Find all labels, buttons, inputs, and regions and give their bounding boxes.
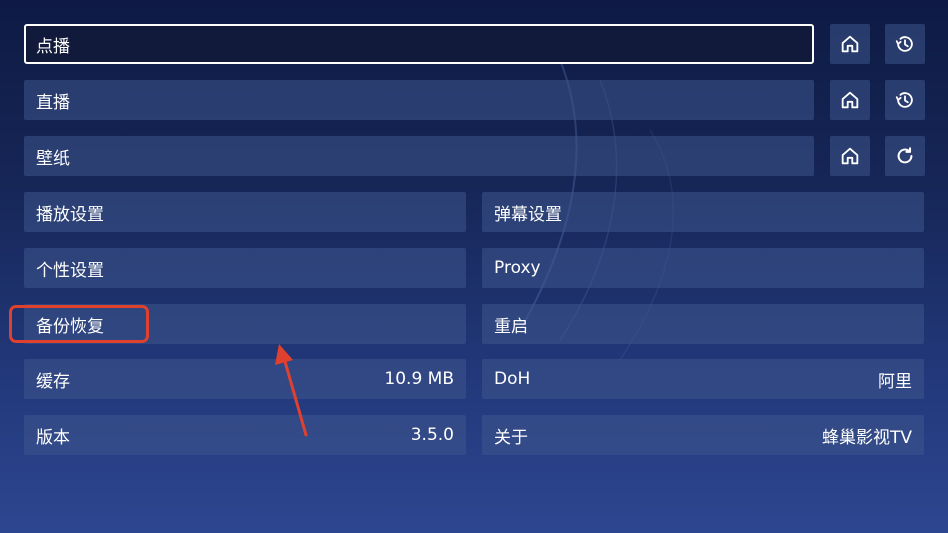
danmaku-settings-item[interactable]: 弹幕设置 [482,192,924,232]
about-value: 蜂巢影视TV [821,427,912,448]
personal-settings-label: 个性设置 [36,260,104,281]
history-icon [895,92,913,108]
history-icon [895,36,913,52]
wallpaper-item[interactable]: 壁纸 [24,136,814,176]
doh-value: 阿里 [878,371,912,392]
live-item[interactable]: 直播 [24,80,814,120]
home-icon [841,91,859,109]
proxy-item[interactable]: Proxy [482,248,924,288]
vod-home-button[interactable] [830,24,870,64]
doh-label: DoH [494,369,531,389]
playback-settings-label: 播放设置 [36,204,104,225]
personal-settings-item[interactable]: 个性设置 [24,248,466,288]
cache-value: 10.9 MB [384,369,454,389]
live-home-button[interactable] [830,80,870,120]
wallpaper-label: 壁纸 [36,148,70,169]
about-label: 关于 [494,427,528,448]
home-icon [841,35,859,53]
proxy-label: Proxy [494,258,541,278]
version-item[interactable]: 版本 3.5.0 [24,415,466,455]
restart-item[interactable]: 重启 [482,304,924,344]
cache-item[interactable]: 缓存 10.9 MB [24,359,466,399]
vod-history-button[interactable] [885,24,925,64]
cache-label: 缓存 [36,371,70,392]
version-value: 3.5.0 [410,425,454,445]
wallpaper-home-button[interactable] [830,136,870,176]
restart-label: 重启 [494,316,528,337]
playback-settings-item[interactable]: 播放设置 [24,192,466,232]
danmaku-settings-label: 弹幕设置 [494,204,562,225]
live-label: 直播 [36,92,70,113]
live-history-button[interactable] [885,80,925,120]
vod-label: 点播 [36,36,70,57]
doh-item[interactable]: DoH 阿里 [482,359,924,399]
version-label: 版本 [36,427,70,448]
backup-restore-label: 备份恢复 [36,316,104,337]
vod-item[interactable]: 点播 [24,24,814,64]
about-item[interactable]: 关于 蜂巢影视TV [482,415,924,455]
wallpaper-refresh-button[interactable] [885,136,925,176]
backup-restore-item[interactable]: 备份恢复 [24,304,466,344]
refresh-icon [897,147,913,164]
home-icon [841,147,859,165]
